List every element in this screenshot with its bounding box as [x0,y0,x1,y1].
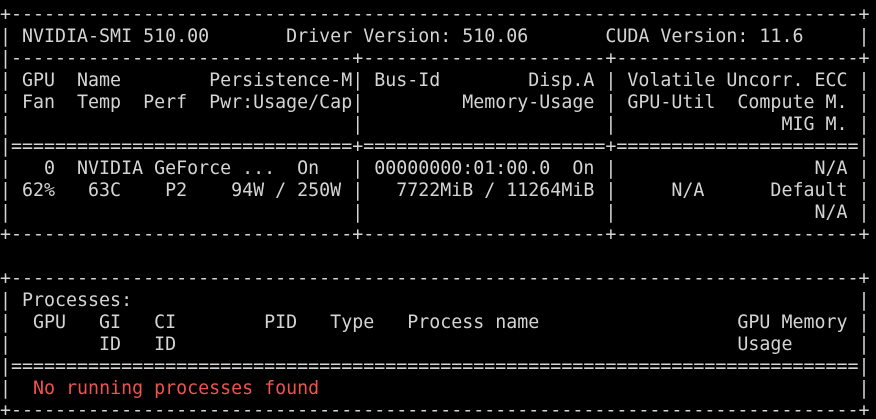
processes-table: +---------------------------------------… [0,268,876,419]
table-border-bottom: +-------------------------------+-------… [0,224,870,245]
column-header-row-3: | | | MIG M. | [0,114,870,135]
processes-column-header-1: | GPU GI CI PID Type Process name GPU Me… [0,312,870,333]
processes-title: | Processes: | [0,290,870,311]
driver-info-header: | NVIDIA-SMI 510.00 Driver Version: 510.… [0,26,870,47]
row-prefix: | [0,378,34,399]
gpu-row-line-1: | 0 NVIDIA GeForce ... On | 00000000:01:… [0,158,870,179]
no-processes-message: No running processes found [33,378,320,399]
gpu-row-line-2: | 62% 63C P2 94W / 250W | 7722MiB / 1126… [0,180,870,201]
table-border-top: +---------------------------------------… [0,4,870,25]
gpu-row-line-3: | | | N/A | [0,202,870,223]
terminal-window: +---------------------------------------… [0,0,876,419]
row-suffix: | [319,378,870,399]
section-separator: |-------------------------------+-------… [0,48,870,69]
processes-header-separator: |=======================================… [0,356,870,377]
gpu-status-table: +---------------------------------------… [0,4,876,246]
processes-column-header-2: | ID ID Usage | [0,334,870,355]
column-header-row-2: | Fan Temp Perf Pwr:Usage/Cap| Memory-Us… [0,92,870,113]
column-header-row-1: | GPU Name Persistence-M| Bus-Id Disp.A … [0,70,870,91]
header-separator: |===============================+=======… [0,136,870,157]
processes-row: | No running processes found | [0,378,876,400]
processes-border-top: +---------------------------------------… [0,268,870,289]
processes-border-bottom: +---------------------------------------… [0,400,870,419]
